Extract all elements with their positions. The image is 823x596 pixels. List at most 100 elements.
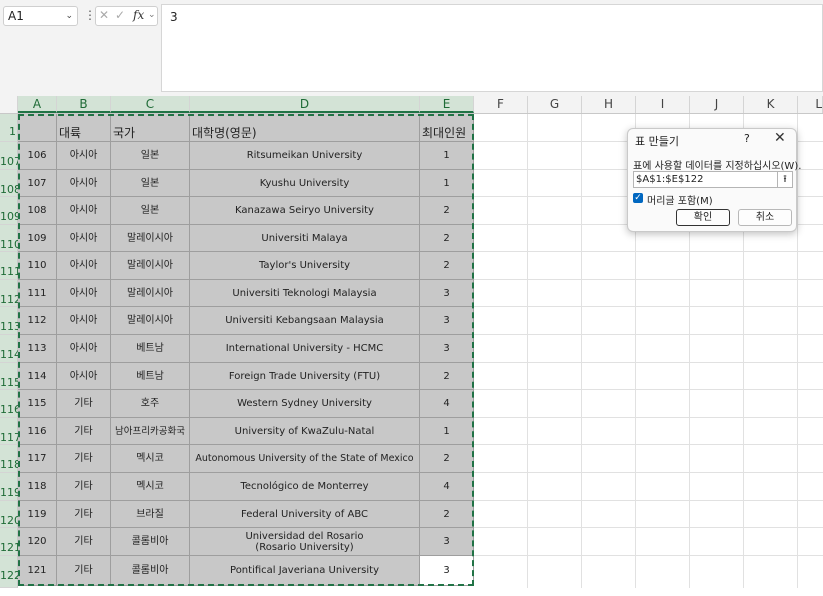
chevron-down-icon[interactable]: ⌄: [148, 10, 156, 20]
row-header[interactable]: 110: [0, 225, 21, 252]
table-cell[interactable]: 2: [420, 197, 474, 225]
table-cell[interactable]: 말레이시아: [111, 280, 190, 307]
table-cell[interactable]: University of KwaZulu-Natal: [190, 418, 420, 445]
help-button[interactable]: ?: [744, 132, 750, 145]
header-checkbox-label[interactable]: 머리글 포함(M): [647, 192, 713, 207]
header-cell-university[interactable]: 대학명(영문): [190, 114, 420, 142]
row-header[interactable]: 119: [0, 473, 21, 501]
table-cell[interactable]: Pontifical Javeriana University: [190, 556, 420, 586]
row-header[interactable]: 111: [0, 252, 21, 280]
table-cell[interactable]: 108: [18, 197, 57, 225]
table-cell[interactable]: 117: [18, 445, 57, 473]
table-cell[interactable]: Ritsumeikan University: [190, 142, 420, 170]
table-cell[interactable]: 4: [420, 473, 474, 501]
table-cell[interactable]: 116: [18, 418, 57, 445]
row-header[interactable]: 114: [0, 335, 21, 363]
row-header[interactable]: 115: [0, 363, 21, 390]
table-cell[interactable]: 콜롬비아: [111, 556, 190, 586]
table-cell[interactable]: 3: [420, 335, 474, 363]
column-header-d[interactable]: D: [190, 96, 420, 113]
ok-button[interactable]: 확인: [676, 209, 730, 226]
table-cell[interactable]: Universiti Kebangsaan Malaysia: [190, 307, 420, 335]
table-cell[interactable]: 112: [18, 307, 57, 335]
table-cell[interactable]: Kanazawa Seiryo University: [190, 197, 420, 225]
fx-icon[interactable]: fx: [133, 8, 144, 22]
header-cell-max-capacity[interactable]: 최대인원: [420, 114, 474, 142]
table-cell[interactable]: 113: [18, 335, 57, 363]
row-header[interactable]: 117: [0, 418, 21, 445]
table-cell[interactable]: 119: [18, 501, 57, 528]
column-header-e[interactable]: E: [420, 96, 474, 113]
table-cell[interactable]: 기타: [57, 473, 111, 501]
cancel-icon[interactable]: ✕: [99, 8, 109, 22]
row-header[interactable]: 113: [0, 307, 21, 335]
table-cell[interactable]: 2: [420, 363, 474, 390]
close-icon[interactable]: ✕: [774, 130, 786, 146]
table-cell[interactable]: 말레이시아: [111, 252, 190, 280]
table-cell[interactable]: 아시아: [57, 197, 111, 225]
table-cell[interactable]: 아시아: [57, 252, 111, 280]
collapse-dialog-icon[interactable]: ⭱: [777, 172, 792, 187]
table-cell[interactable]: 1: [420, 170, 474, 197]
table-cell[interactable]: 115: [18, 390, 57, 418]
table-cell[interactable]: 3: [420, 528, 474, 556]
header-cell-continent[interactable]: 대륙: [57, 114, 111, 142]
table-cell[interactable]: Taylor's University: [190, 252, 420, 280]
table-cell[interactable]: 110: [18, 252, 57, 280]
table-cell[interactable]: 기타: [57, 390, 111, 418]
table-cell[interactable]: 일본: [111, 142, 190, 170]
table-cell[interactable]: 아시아: [57, 363, 111, 390]
column-header-g[interactable]: G: [528, 96, 582, 113]
row-header[interactable]: 120: [0, 501, 21, 528]
table-cell[interactable]: 아시아: [57, 307, 111, 335]
table-cell[interactable]: 3: [420, 307, 474, 335]
row-header[interactable]: 116: [0, 390, 21, 418]
table-cell[interactable]: 2: [420, 501, 474, 528]
table-cell[interactable]: 120: [18, 528, 57, 556]
table-cell[interactable]: 3: [420, 280, 474, 307]
table-cell[interactable]: 일본: [111, 197, 190, 225]
cancel-button[interactable]: 취소: [738, 209, 792, 226]
table-cell[interactable]: 118: [18, 473, 57, 501]
header-checkbox[interactable]: ✓: [633, 193, 643, 203]
table-cell[interactable]: 1: [420, 142, 474, 170]
row-header[interactable]: 121: [0, 528, 21, 556]
table-cell[interactable]: 기타: [57, 445, 111, 473]
table-cell[interactable]: 1: [420, 418, 474, 445]
table-cell[interactable]: 111: [18, 280, 57, 307]
table-cell[interactable]: 121: [18, 556, 57, 586]
name-box[interactable]: A1 ⌄: [3, 6, 78, 26]
header-cell-country[interactable]: 국가: [111, 114, 190, 142]
table-cell[interactable]: Federal University of ABC: [190, 501, 420, 528]
table-cell[interactable]: Autonomous University of the State of Me…: [190, 445, 420, 473]
column-header-c[interactable]: C: [111, 96, 190, 113]
column-header-a[interactable]: A: [18, 96, 57, 113]
table-cell[interactable]: 109: [18, 225, 57, 252]
table-cell[interactable]: International University - HCMC: [190, 335, 420, 363]
row-header[interactable]: 112: [0, 280, 21, 307]
row-header[interactable]: 107: [0, 142, 21, 170]
table-cell[interactable]: Foreign Trade University (FTU): [190, 363, 420, 390]
row-header[interactable]: 1: [0, 114, 18, 142]
row-header[interactable]: 108: [0, 170, 21, 197]
table-cell[interactable]: 멕시코: [111, 445, 190, 473]
table-cell[interactable]: 106: [18, 142, 57, 170]
table-cell[interactable]: Universidad del Rosario (Rosario Univers…: [190, 528, 420, 556]
table-cell[interactable]: Kyushu University: [190, 170, 420, 197]
column-header-k[interactable]: K: [744, 96, 798, 113]
column-header-j[interactable]: J: [690, 96, 744, 113]
table-cell[interactable]: 2: [420, 225, 474, 252]
table-cell[interactable]: 아시아: [57, 335, 111, 363]
active-cell[interactable]: 3: [420, 556, 474, 586]
table-cell[interactable]: 말레이시아: [111, 225, 190, 252]
table-cell[interactable]: 2: [420, 445, 474, 473]
table-cell[interactable]: 말레이시아: [111, 307, 190, 335]
table-cell[interactable]: 아시아: [57, 170, 111, 197]
check-icon[interactable]: ✓: [115, 8, 125, 22]
column-header-l[interactable]: L: [798, 96, 823, 113]
table-cell[interactable]: 남아프리카공화국: [111, 418, 190, 445]
table-cell[interactable]: 기타: [57, 556, 111, 586]
column-header-b[interactable]: B: [57, 96, 111, 113]
row-header[interactable]: 122: [0, 556, 21, 588]
table-cell[interactable]: 아시아: [57, 225, 111, 252]
